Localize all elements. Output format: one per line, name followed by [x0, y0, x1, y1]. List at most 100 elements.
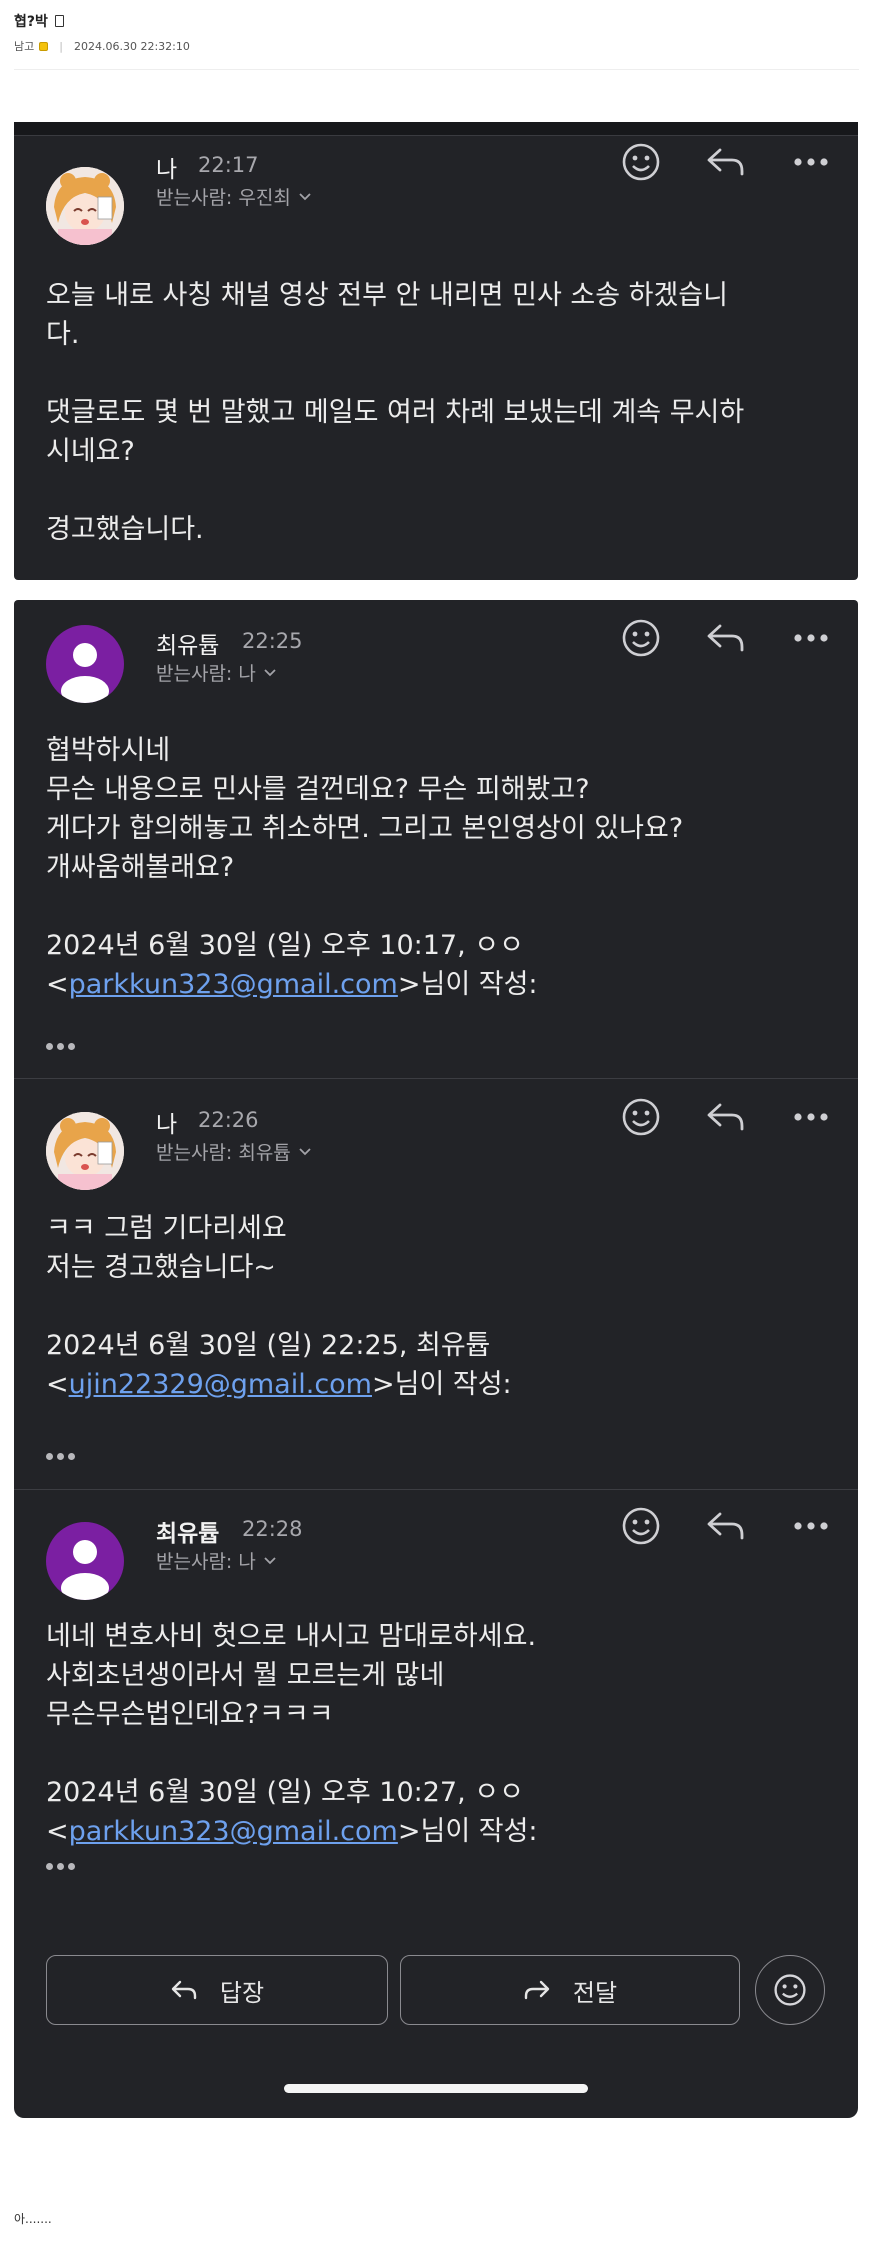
quote-header: <parkkun323@gmail.com>님이 작성: [46, 965, 836, 1004]
more-options-button[interactable] [787, 614, 835, 662]
message-body: ㅋㅋ 그럼 기다리세요 저는 경고했습니다~ 2024년 6월 30일 (일) … [46, 1209, 836, 1404]
reply-button[interactable] [702, 1502, 750, 1550]
reply-button[interactable] [702, 138, 750, 186]
post-header: 협?박 남고 | 2024.06.30 22:32:10 [14, 8, 859, 70]
quote-header: <parkkun323@gmail.com>님이 작성: [46, 1812, 836, 1851]
chevron-down-icon [264, 668, 276, 676]
quoted-email-link[interactable]: parkkun323@gmail.com [69, 1816, 398, 1847]
reply-all-button[interactable]: 답장 [46, 1955, 388, 2025]
show-quoted-text-button[interactable] [46, 1446, 86, 1466]
post-meta: 남고 | 2024.06.30 22:32:10 [14, 38, 190, 54]
message-3[interactable]: 나 22:26 받는사람: 최유튭 ㅋㅋ 그럼 기다리세요 저는 경고했습니다~… [14, 1079, 858, 1489]
body-line: 다. [46, 319, 80, 350]
sent-time: 22:28 [242, 1517, 303, 1541]
reply-arrow-icon [707, 624, 744, 652]
quoted-email-link[interactable]: ujin22329@gmail.com [69, 1369, 372, 1400]
body-line: 시네요? [46, 436, 135, 467]
emoji-reaction-button[interactable] [617, 614, 665, 662]
body-line: 무슨 내용으로 민사를 걸껀데요? 무슨 피해봤고? [46, 774, 590, 805]
forward-button-label: 전달 [572, 1978, 618, 2007]
emoji-reaction-button[interactable] [617, 1093, 665, 1141]
quote-header: <ujin22329@gmail.com>님이 작성: [46, 1365, 836, 1404]
emoji-reaction-button[interactable] [617, 138, 665, 186]
avatar-anime-character [46, 1112, 124, 1190]
member-level-icon [39, 41, 49, 51]
message-4[interactable]: 최유튭 22:28 받는사람: 나 네네 변호사비 헛으로 내시고 맘대로하세요… [14, 1490, 858, 2118]
body-line: 2024년 6월 30일 (일) 오후 10:17, ㅇㅇ [46, 930, 524, 961]
chevron-down-icon [299, 192, 311, 200]
message-body: 오늘 내로 사칭 채널 영상 전부 안 내리면 민사 소송 하겠습니 다. 댓글… [46, 276, 836, 549]
sent-time: 22:17 [198, 153, 259, 177]
reply-arrow-icon [707, 148, 744, 176]
reply-arrow-icon [171, 1980, 197, 2000]
recipient-toggle[interactable]: 받는사람: 나 [156, 1547, 276, 1574]
forward-button[interactable]: 전달 [400, 1955, 740, 2025]
recipient-label: 받는사람: 최유튭 [156, 1142, 291, 1164]
more-options-button[interactable] [787, 138, 835, 186]
smile-icon [622, 1098, 660, 1136]
recipient-label: 받는사람: 나 [156, 663, 256, 685]
quoted-email-link[interactable]: parkkun323@gmail.com [69, 969, 398, 1000]
show-quoted-text-button[interactable] [46, 1036, 86, 1056]
sent-time: 22:25 [242, 629, 303, 653]
quote-suffix: >님이 작성: [371, 1369, 512, 1400]
quote-suffix: >님이 작성: [397, 1816, 538, 1847]
body-line: 경고했습니다. [46, 514, 204, 545]
reply-button-label: 답장 [219, 1978, 265, 2007]
reply-button[interactable] [702, 614, 750, 662]
body-line: 댓글로도 몇 번 말했고 메일도 여러 차례 보냈는데 계속 무시하 [46, 397, 745, 428]
smile-icon [774, 1974, 806, 2006]
recipient-toggle[interactable]: 받는사람: 나 [156, 659, 276, 686]
post-title-text: 협?박 [14, 14, 48, 30]
body-line: ㅋㅋ 그럼 기다리세요 [46, 1213, 287, 1244]
reply-button[interactable] [702, 1093, 750, 1141]
recipient-toggle[interactable]: 받는사람: 우진최 [156, 183, 311, 210]
sender-name: 나 [156, 1112, 178, 1138]
body-line: 저는 경고했습니다~ [46, 1252, 276, 1283]
post-title: 협?박 [14, 11, 64, 31]
meta-divider: | [59, 39, 63, 53]
more-horizontal-icon [794, 1522, 828, 1530]
recipient-toggle[interactable]: 받는사람: 최유튭 [156, 1138, 311, 1165]
body-blank-line [46, 471, 836, 510]
recipient-label: 받는사람: 나 [156, 1551, 256, 1573]
message-2[interactable]: 최유튭 22:25 받는사람: 나 협박하시네 무슨 내용으로 민사를 걸껀데요… [14, 600, 858, 1078]
user-silhouette-icon [61, 1540, 109, 1600]
more-options-button[interactable] [787, 1093, 835, 1141]
smile-icon [622, 143, 660, 181]
body-line: 게다가 합의해놓고 취소하면. 그리고 본인영상이 있나요? [46, 813, 684, 844]
quote-prefix: < [46, 1369, 69, 1400]
avatar-default-user [46, 625, 124, 703]
body-line: 오늘 내로 사칭 채널 영상 전부 안 내리면 민사 소송 하겠습니 [46, 280, 728, 311]
reply-arrow-icon [707, 1103, 744, 1131]
sent-time: 22:26 [198, 1108, 259, 1132]
avatar-anime-character [46, 167, 124, 245]
avatar-default-user [46, 1522, 124, 1600]
recipient-label: 받는사람: 우진최 [156, 187, 291, 209]
post-author[interactable]: 남고 [14, 38, 34, 54]
mobile-icon [54, 15, 64, 27]
sender-name: 나 [156, 157, 178, 183]
chevron-down-icon [299, 1147, 311, 1155]
body-blank-line [46, 887, 836, 926]
smile-icon [622, 619, 660, 657]
body-blank-line [46, 1734, 836, 1773]
message-1[interactable]: 나 22:17 받는사람: 우진최 오늘 내로 사칭 채널 영상 전부 안 내리… [14, 122, 858, 580]
home-indicator-bar [284, 2084, 588, 2093]
email-thread-screenshot: 나 22:17 받는사람: 우진최 오늘 내로 사칭 채널 영상 전부 안 내리… [14, 122, 858, 2118]
body-blank-line [46, 354, 836, 393]
quote-prefix: < [46, 1816, 69, 1847]
message-body: 네네 변호사비 헛으로 내시고 맘대로하세요. 사회초년생이라서 뭘 모르는게 … [46, 1617, 836, 1851]
body-line: 2024년 6월 30일 (일) 22:25, 최유튭 [46, 1330, 491, 1361]
emoji-reaction-button[interactable] [617, 1502, 665, 1550]
more-options-button[interactable] [787, 1502, 835, 1550]
show-quoted-text-button[interactable] [46, 1856, 86, 1876]
emoji-reaction-round-button[interactable] [755, 1955, 825, 2025]
chevron-down-icon [264, 1556, 276, 1564]
user-silhouette-icon [61, 643, 109, 703]
body-line: 개싸움해볼래요? [46, 852, 235, 883]
quote-prefix: < [46, 969, 69, 1000]
body-blank-line [46, 1287, 836, 1326]
forward-arrow-icon [524, 1980, 550, 2000]
body-line: 사회초년생이라서 뭘 모르는게 많네 [46, 1660, 445, 1691]
